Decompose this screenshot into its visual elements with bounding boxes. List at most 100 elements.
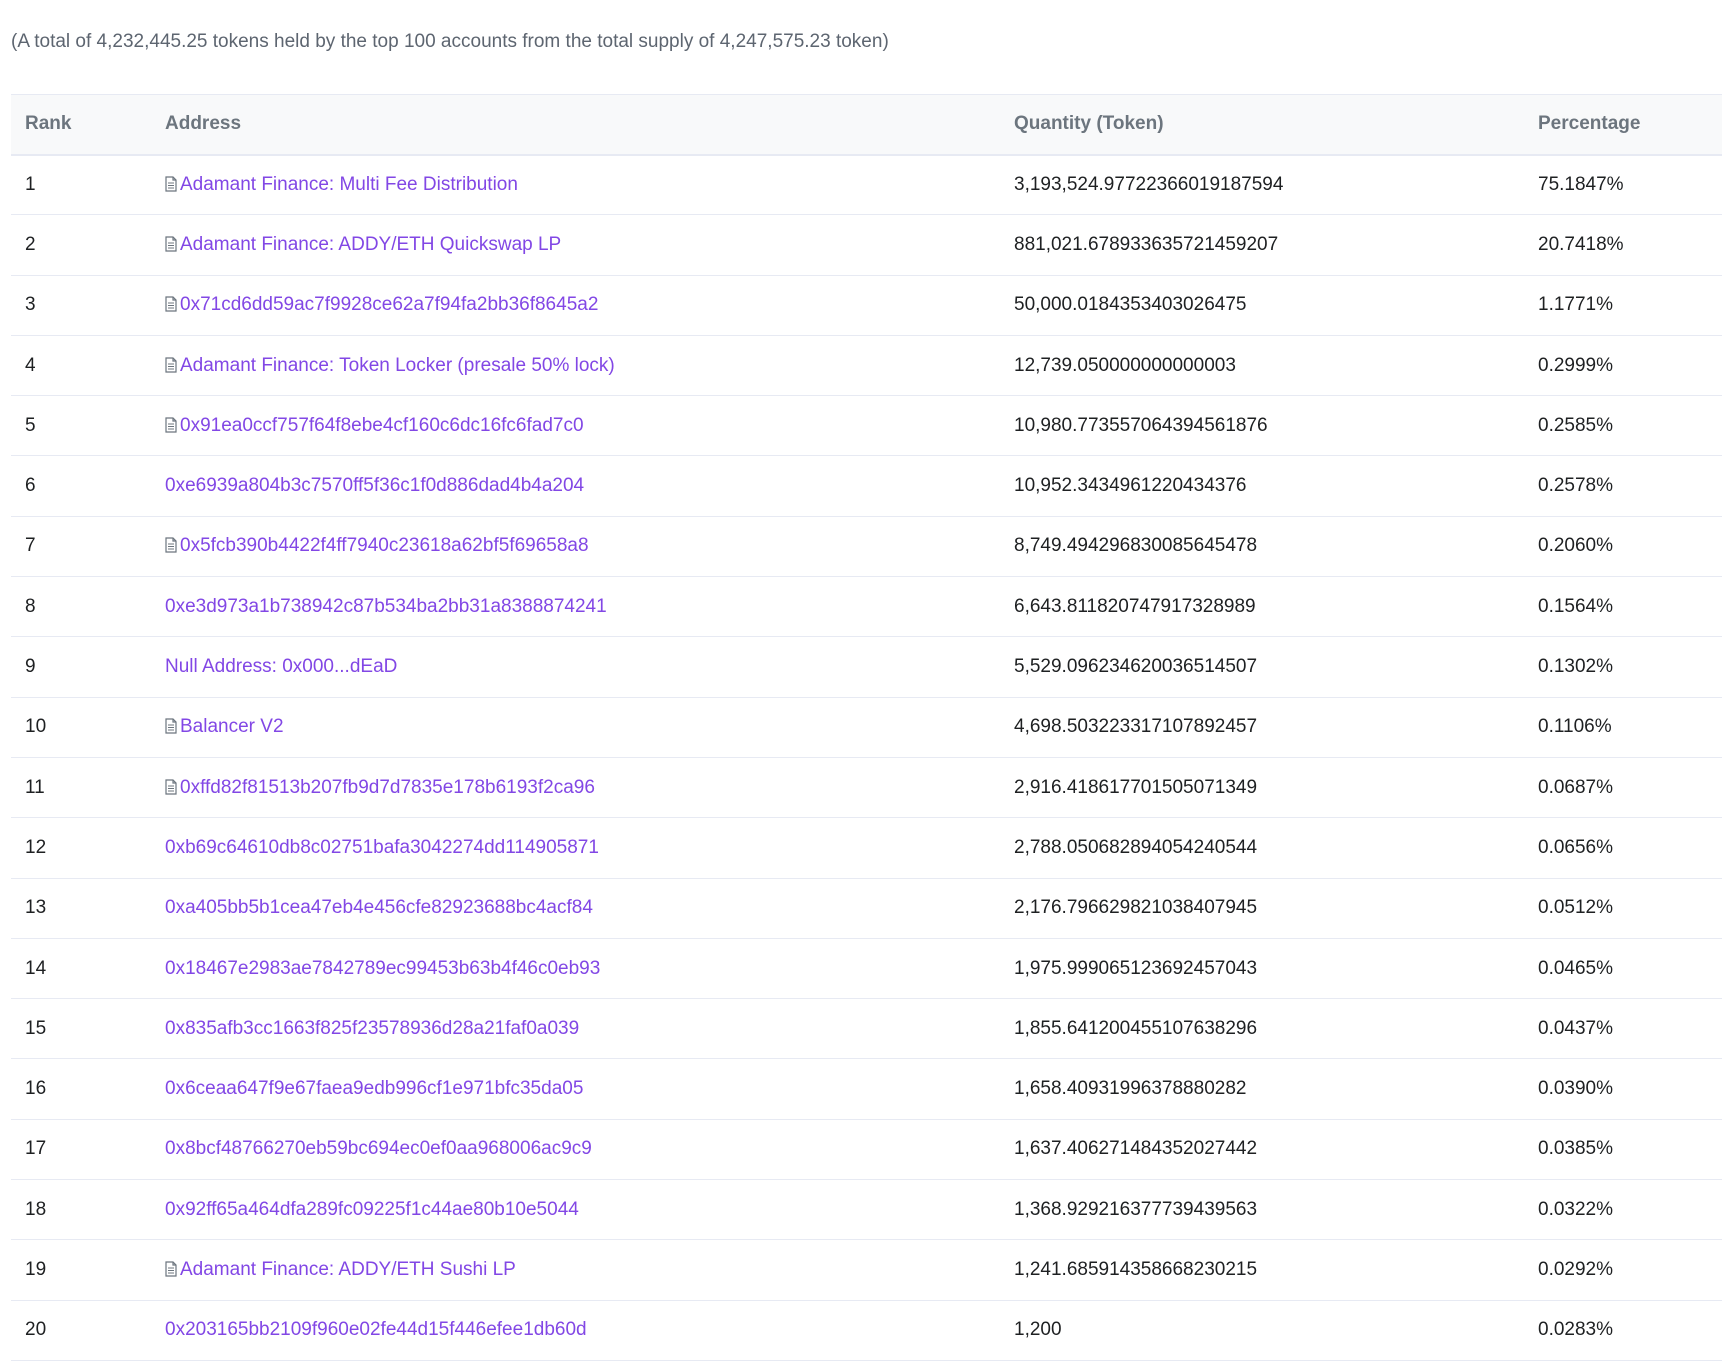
quantity-cell: 10,980.773557064394561876 [1014, 414, 1268, 436]
address-cell: 0x92ff65a464dfa289fc09225f1c44ae80b10e50… [149, 1180, 998, 1240]
rank-cell: 20 [25, 1319, 47, 1341]
address-cell: 0x71cd6dd59ac7f9928ce62a7f94fa2bb36f8645… [149, 275, 998, 335]
file-document-icon [165, 417, 177, 433]
column-header-address: Address [165, 113, 242, 135]
table-header: Rank Address Quantity (Token) Percentage [11, 94, 1722, 155]
percentage-cell: 0.0292% [1538, 1258, 1614, 1280]
table-row: 6 0xe6939a804b3c7570ff5f36c1f0d886dad4b4a… [11, 456, 1722, 517]
rank-cell: 15 [25, 1017, 47, 1039]
quantity-cell: 50,000.0184353403026475 [1014, 294, 1247, 316]
address-link[interactable]: 0x835afb3cc1663f825f23578936d28a21faf0a0… [165, 1018, 579, 1039]
holders-table-container: Rank Address Quantity (Token) Percentage… [11, 94, 1722, 1361]
address-cell: Null Address: 0x000...dEaD [149, 637, 998, 697]
rank-cell: 10 [25, 716, 47, 738]
address-cell: 0xb69c64610db8c02751bafa3042274dd1149058… [149, 818, 998, 878]
file-document-icon [165, 356, 177, 373]
percentage-cell: 0.0465% [1538, 957, 1614, 979]
address-cell: 0x18467e2983ae7842789ec99453b63b4f46c0eb… [149, 938, 998, 998]
table-row: 3 0x71cd6dd59ac7f9928ce62a7f94fa2bb36f864… [11, 275, 1722, 336]
table-row: 1 Adamant Finance: Multi Fee Distribution… [11, 155, 1722, 215]
table-row: 2 Adamant Finance: ADDY/ETH Quickswap LP 8… [11, 215, 1722, 276]
table-row: 10 Balancer V2 4,698.503223317107892457 0.1… [11, 697, 1722, 758]
address-link[interactable]: Adamant Finance: Token Locker (presale 5… [180, 355, 615, 376]
column-header-rank: Rank [25, 113, 72, 135]
address-link[interactable]: Adamant Finance: ADDY/ETH Quickswap LP [180, 234, 561, 255]
address-cell: Balancer V2 [149, 697, 998, 757]
quantity-cell: 1,975.999065123692457043 [1014, 957, 1258, 979]
percentage-cell: 0.0512% [1538, 897, 1614, 919]
address-cell: Adamant Finance: ADDY/ETH Quickswap LP [149, 215, 998, 275]
table-row: 19 Adamant Finance: ADDY/ETH Sushi LP 1,24… [11, 1240, 1722, 1301]
address-link[interactable]: 0x8bcf48766270eb59bc694ec0ef0aa968006ac9… [165, 1138, 592, 1159]
percentage-cell: 0.0656% [1538, 836, 1614, 858]
address-link[interactable]: 0xe3d973a1b738942c87b534ba2bb31a83888742… [165, 596, 607, 617]
rank-cell: 11 [25, 776, 45, 798]
rank-cell: 18 [25, 1198, 47, 1220]
rank-cell: 16 [25, 1078, 47, 1100]
table-row: 17 0x8bcf48766270eb59bc694ec0ef0aa968006a… [11, 1119, 1722, 1180]
address-cell: 0x203165bb2109f960e02fe44d15f446efee1db6… [149, 1300, 998, 1360]
address-cell: 0x6ceaa647f9e67faea9edb996cf1e971bfc35da… [149, 1059, 998, 1119]
percentage-cell: 0.0283% [1538, 1319, 1614, 1341]
percentage-cell: 0.1106% [1538, 716, 1612, 738]
rank-cell: 2 [25, 233, 36, 255]
quantity-cell: 1,855.641200455107638296 [1014, 1017, 1258, 1039]
percentage-cell: 1.1771% [1538, 294, 1614, 316]
percentage-cell: 0.0437% [1538, 1017, 1614, 1039]
address-link[interactable]: 0xe6939a804b3c7570ff5f36c1f0d886dad4b4a2… [165, 475, 584, 496]
quantity-cell: 1,637.406271484352027442 [1014, 1138, 1258, 1160]
address-cell: 0xe3d973a1b738942c87b534ba2bb31a83888742… [149, 577, 998, 637]
percentage-cell: 75.1847% [1538, 173, 1624, 195]
table-row: 5 0x91ea0ccf757f64f8ebe4cf160c6dc16fc6fad… [11, 396, 1722, 456]
percentage-cell: 0.2578% [1538, 475, 1614, 497]
address-link[interactable]: 0x91ea0ccf757f64f8ebe4cf160c6dc16fc6fad7… [180, 415, 584, 436]
quantity-cell: 2,916.418617701505071349 [1014, 776, 1258, 798]
file-document-icon [165, 236, 177, 252]
address-cell: 0x835afb3cc1663f825f23578936d28a21faf0a0… [149, 999, 998, 1059]
quantity-cell: 881,021.678933635721459207 [1014, 233, 1279, 255]
address-link[interactable]: Balancer V2 [180, 716, 284, 737]
address-link[interactable]: 0x71cd6dd59ac7f9928ce62a7f94fa2bb36f8645… [180, 294, 598, 315]
rank-cell: 5 [25, 414, 36, 436]
percentage-cell: 0.2585% [1538, 414, 1614, 436]
file-document-icon [165, 537, 177, 554]
rank-cell: 7 [25, 535, 36, 557]
table-header-row: Rank Address Quantity (Token) Percentage [11, 94, 1722, 155]
address-link[interactable]: 0x5fcb390b4422f4ff7940c23618a62bf5f69658… [180, 535, 589, 556]
table-row: 12 0xb69c64610db8c02751bafa3042274dd11490… [11, 818, 1722, 879]
quantity-cell: 1,368.929216377739439563 [1014, 1198, 1258, 1220]
quantity-cell: 4,698.503223317107892457 [1014, 716, 1258, 738]
rank-cell: 13 [25, 897, 47, 919]
address-cell: Adamant Finance: ADDY/ETH Sushi LP [149, 1240, 998, 1300]
address-link[interactable]: 0xb69c64610db8c02751bafa3042274dd1149058… [165, 837, 599, 858]
holders-summary: (A total of 4,232,445.25 tokens held by … [11, 31, 889, 52]
address-link[interactable]: Null Address: 0x000...dEaD [165, 656, 397, 677]
address-cell: 0x91ea0ccf757f64f8ebe4cf160c6dc16fc6fad7… [149, 396, 998, 456]
table-row: 11 0xffd82f81513b207fb9d7d7835e178b6193f2… [11, 757, 1722, 818]
rank-cell: 8 [25, 595, 36, 617]
percentage-cell: 0.2060% [1538, 535, 1614, 557]
table-row: 13 0xa405bb5b1cea47eb4e456cfe82923688bc4a… [11, 878, 1722, 939]
address-link[interactable]: 0x18467e2983ae7842789ec99453b63b4f46c0eb… [165, 958, 600, 979]
address-link[interactable]: 0x203165bb2109f960e02fe44d15f446efee1db6… [165, 1319, 587, 1340]
address-cell: 0xe6939a804b3c7570ff5f36c1f0d886dad4b4a2… [149, 456, 998, 516]
file-document-icon [165, 296, 177, 312]
address-link[interactable]: Adamant Finance: Multi Fee Distribution [180, 174, 518, 195]
file-document-icon [165, 779, 177, 795]
file-document-icon [165, 718, 177, 734]
address-link[interactable]: 0xffd82f81513b207fb9d7d7835e178b6193f2ca… [180, 777, 595, 798]
address-link[interactable]: Adamant Finance: ADDY/ETH Sushi LP [180, 1259, 516, 1280]
quantity-cell: 5,529.096234620036514507 [1014, 656, 1258, 678]
table-row: 7 0x5fcb390b4422f4ff7940c23618a62bf5f6965… [11, 516, 1722, 577]
quantity-cell: 12,739.050000000000003 [1014, 354, 1236, 376]
percentage-cell: 0.0687% [1538, 776, 1614, 798]
address-link[interactable]: 0xa405bb5b1cea47eb4e456cfe82923688bc4acf… [165, 897, 593, 918]
rank-cell: 1 [25, 173, 36, 195]
address-cell: Adamant Finance: Token Locker (presale 5… [149, 335, 998, 395]
address-link[interactable]: 0x6ceaa647f9e67faea9edb996cf1e971bfc35da… [165, 1078, 583, 1099]
address-link[interactable]: 0x92ff65a464dfa289fc09225f1c44ae80b10e50… [165, 1199, 579, 1220]
holders-table: Rank Address Quantity (Token) Percentage… [11, 94, 1722, 1361]
percentage-cell: 0.0385% [1538, 1138, 1614, 1160]
quantity-cell: 6,643.811820747917328989 [1014, 595, 1256, 617]
column-header-quantity: Quantity (Token) [1014, 113, 1164, 135]
